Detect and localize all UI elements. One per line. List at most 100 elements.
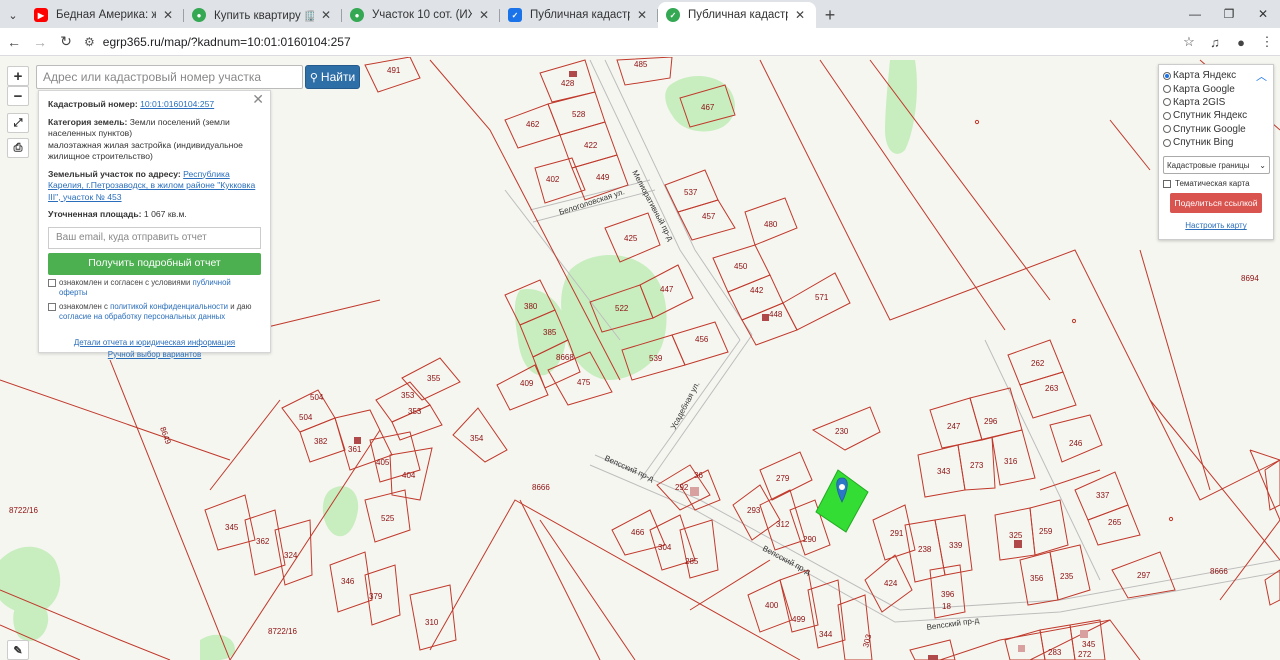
find-button-label: Найти [320,70,356,84]
layer-option[interactable]: Спутник Google [1163,123,1269,136]
parcel-label: 312 [776,520,790,529]
radio[interactable] [1163,85,1171,94]
radio[interactable] [1163,125,1171,134]
parcel-label: 385 [543,328,557,337]
parcel-label: 279 [776,474,790,483]
browser-tab[interactable]: ✓ Публичная кадастровая карта ✕ [500,2,658,28]
privacy-consent[interactable]: ознакомлен с политикой конфиденциальност… [48,302,261,323]
parcel-label: 8668 [556,353,574,362]
layer-option[interactable]: Карта Яндекс [1163,69,1269,82]
print-icon[interactable]: ⎙ [7,138,29,158]
parcel-label: 396 [941,590,955,599]
fullscreen-icon[interactable]: ⤢ [7,113,29,133]
reload-icon[interactable]: ↻ [54,30,78,54]
close-tab-icon[interactable]: ✕ [476,8,492,22]
radio[interactable] [1163,111,1171,120]
street-label: Белоголовская ул. [558,187,626,217]
checkbox[interactable] [48,302,56,311]
parcel-info-panel: ✕ Кадастровый номер: 10:01:0160104:257 К… [38,90,271,359]
minimize-icon[interactable]: — [1178,0,1212,28]
parcel-label: 292 [675,483,689,492]
forward-arrow-icon[interactable]: → [28,30,52,54]
find-button[interactable]: ⚲ Найти [305,65,360,89]
parcel-label: 325 [1009,531,1023,540]
privacy-link[interactable]: политикой конфиденциальности [110,302,228,311]
search-icon: ⚲ [309,71,318,84]
close-tab-icon[interactable]: ✕ [318,8,334,22]
close-window-icon[interactable]: ✕ [1246,0,1280,28]
thematic-map-toggle[interactable]: Тематическая карта [1163,179,1269,188]
cadnum-link[interactable]: 10:01:0160104:257 [140,99,214,109]
close-icon[interactable]: ✕ [252,92,264,105]
zoom-out-button[interactable]: − [7,86,29,106]
consent-text: ознакомлен и согласен с условиями [59,277,191,287]
leaf-icon: ● [350,8,364,22]
close-tab-icon[interactable]: ✕ [634,8,650,22]
parcel-label: 466 [631,528,645,537]
browser-tab[interactable]: ● Участок 10 сот. (ИЖС) на прод ✕ [342,2,500,28]
more-menu-icon[interactable]: ⋮ [1254,30,1280,54]
layer-option[interactable]: Спутник Яндекс [1163,109,1269,122]
address-bar[interactable]: ⚙ egrp365.ru/map/?kadnum=10:01:0160104:2… [84,30,1164,54]
zoom-in-button[interactable]: + [7,66,29,86]
tab-title: Публичная кадастровая карта [530,9,630,21]
parcel-label: 265 [1108,518,1122,527]
parcel-label: 409 [520,379,534,388]
data-processing-link[interactable]: согласие на обработку персональных данны… [59,312,225,321]
radio[interactable] [1163,138,1171,147]
parcel-label: 296 [984,417,998,426]
new-tab-button[interactable]: + [816,2,844,28]
checkbox[interactable] [48,278,56,287]
check-icon: ✓ [666,8,680,22]
chevron-up-icon[interactable]: ︿ [1256,68,1267,84]
parcel-label: 235 [1060,572,1074,581]
parcel-label: 449 [596,173,610,182]
parcel-label: 345 [225,523,239,532]
radio[interactable] [1163,71,1171,80]
parcel-label: 8666 [532,483,550,492]
parcel-label: 428 [561,79,575,88]
manual-choice-link[interactable]: Ручной выбор вариантов [48,349,261,361]
bookmark-star-icon[interactable]: ☆ [1176,30,1202,54]
parcel-label: 293 [747,506,761,515]
parcel-label: 450 [734,262,748,271]
layer-option[interactable]: Карта 2GIS [1163,96,1269,109]
parcel-label: 522 [615,304,629,313]
address-search-field[interactable] [36,65,303,89]
tab-search-chevron-icon[interactable]: ⌄ [0,2,26,28]
back-arrow-icon[interactable]: ← [2,30,26,54]
overlay-select[interactable]: Кадастровые границы ⌄ [1163,156,1270,175]
close-tab-icon[interactable]: ✕ [792,8,808,22]
media-controls-icon[interactable]: ♫ [1202,30,1228,54]
parcel-label: 303 [861,633,873,649]
layer-option[interactable]: Спутник Bing [1163,136,1269,149]
profile-avatar-icon[interactable]: ● [1228,30,1254,54]
pencil-icon[interactable]: ✎ [7,640,29,660]
site-info-icon[interactable]: ⚙ [84,35,95,49]
details-link[interactable]: Детали отчета и юридическая информация [48,337,261,349]
email-field[interactable]: Ваш email, куда отправить отчет [48,226,261,249]
browser-tab[interactable]: ● Купить квартиру 🏢 в Петроз ✕ [184,2,342,28]
restore-icon[interactable]: ❐ [1212,0,1246,28]
parcel-label: 448 [769,310,783,319]
browser-tab-active[interactable]: ✓ Публичная кадастровая карта ✕ [658,2,816,28]
offer-consent[interactable]: ознакомлен и согласен с условиями публич… [48,278,261,299]
parcel-label: 262 [1031,359,1045,368]
url-text: egrp365.ru/map/?kadnum=10:01:0160104:257 [102,34,351,49]
get-report-button[interactable]: Получить подробный отчет [48,252,261,275]
browser-tab[interactable]: ▶ Бедная Америка: жизнь в тре ✕ [26,2,184,28]
radio[interactable] [1163,98,1171,107]
parcel-label: 424 [884,579,898,588]
configure-map-link[interactable]: Настроить карту [1163,221,1269,230]
tab-title: Публичная кадастровая карта [688,9,788,21]
parcel-label: 238 [918,545,932,554]
parcel-label: 310 [425,618,439,627]
parcel-label: 344 [819,630,833,639]
parcel-label: 304 [658,543,672,552]
search-input[interactable] [43,70,296,84]
parcel-label: 571 [815,293,829,302]
checkbox[interactable] [1163,179,1171,188]
share-link-button[interactable]: Поделиться ссылкой [1170,193,1262,214]
layer-option[interactable]: Карта Google [1163,82,1269,95]
close-tab-icon[interactable]: ✕ [160,8,176,22]
